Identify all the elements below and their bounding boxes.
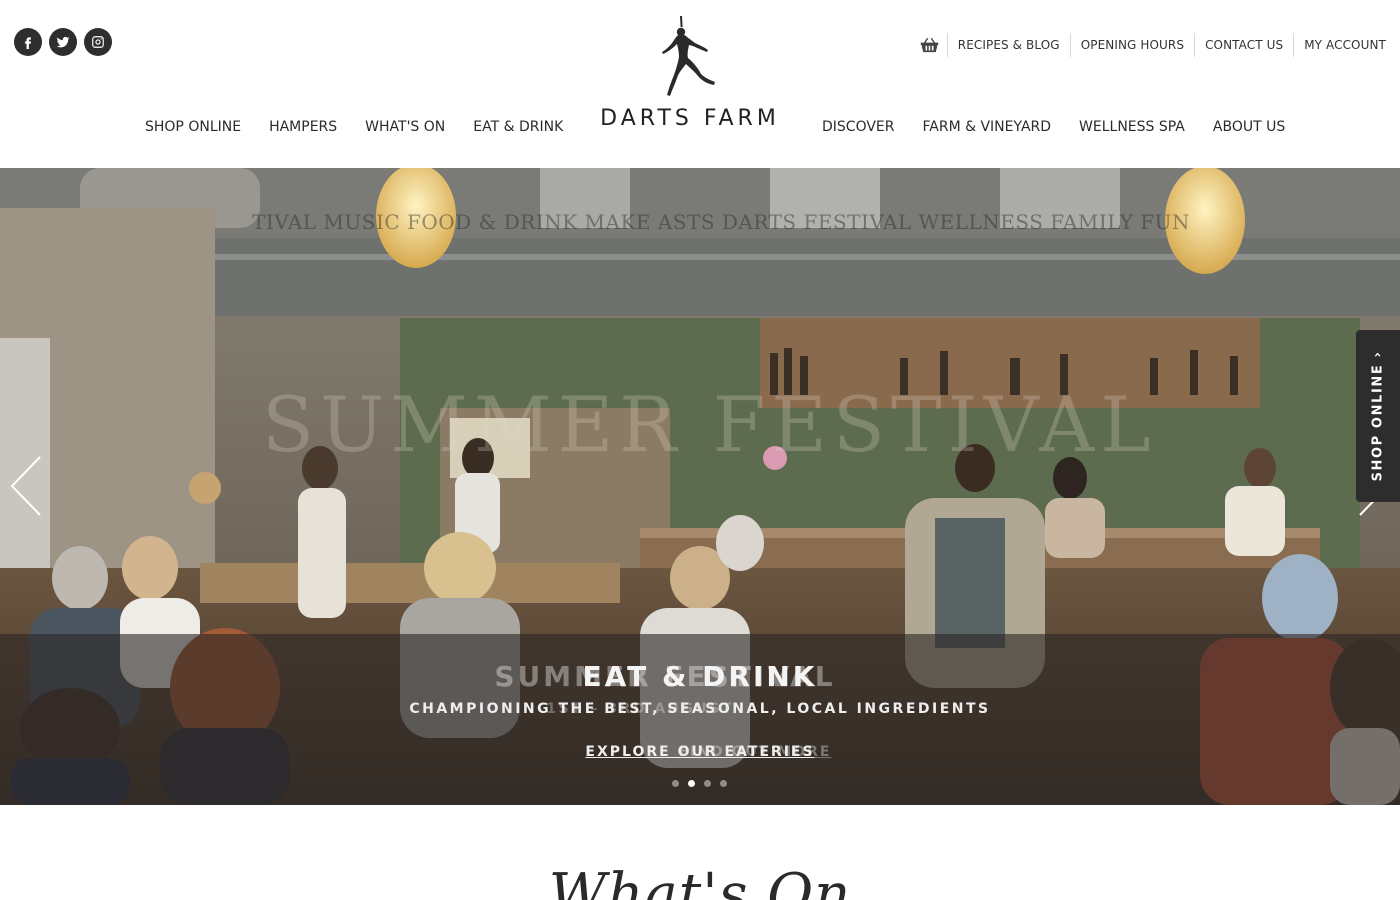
hero-ghost-banner-strip: TIVAL MUSIC FOOD & DRINK MAKE ASTS DARTS…: [252, 210, 1191, 234]
hero-slide-title: EAT & DRINK: [582, 660, 818, 693]
main-nav-right: DISCOVER FARM & VINEYARD WELLNESS SPA AB…: [808, 116, 1299, 138]
facebook-icon[interactable]: [14, 28, 42, 56]
nav-item-about-us[interactable]: ABOUT US: [1199, 116, 1299, 138]
utility-nav: RECIPES & BLOG OPENING HOURS CONTACT US …: [918, 33, 1396, 57]
dancer-logo-icon: [662, 16, 715, 96]
nav-item-whats-on[interactable]: WHAT'S ON: [351, 116, 459, 138]
shop-online-tab-label: SHOP ONLINE ›: [1370, 350, 1386, 482]
slider-pagination: [672, 780, 727, 787]
slider-dot[interactable]: [720, 780, 727, 787]
slider-dot[interactable]: [688, 780, 695, 787]
utility-link-contact-us[interactable]: CONTACT US: [1195, 33, 1295, 57]
logo-text: DARTS FARM: [600, 106, 780, 131]
hero-slide-subtitle: CHAMPIONING THE BEST, SEASONAL, LOCAL IN…: [409, 701, 991, 717]
nav-item-wellness-spa[interactable]: WELLNESS SPA: [1065, 116, 1199, 138]
whats-on-heading: What's On: [548, 862, 852, 900]
site-logo[interactable]: DARTS FARM: [590, 12, 790, 131]
site-header: DARTS FARM RECIPES & BLOG OPENING HOURS …: [0, 0, 1400, 168]
utility-link-my-account[interactable]: MY ACCOUNT: [1294, 33, 1396, 57]
shop-online-side-tab[interactable]: SHOP ONLINE ›: [1356, 330, 1400, 502]
main-nav-left: SHOP ONLINE HAMPERS WHAT'S ON EAT & DRIN…: [131, 116, 577, 138]
nav-item-shop-online[interactable]: SHOP ONLINE: [131, 116, 255, 138]
utility-link-recipes-blog[interactable]: RECIPES & BLOG: [948, 33, 1071, 57]
hero-slider: TIVAL MUSIC FOOD & DRINK MAKE ASTS DARTS…: [0, 168, 1400, 805]
nav-item-eat-drink[interactable]: EAT & DRINK: [459, 116, 577, 138]
twitter-icon[interactable]: [49, 28, 77, 56]
hero-ghost-banner-title: SUMMER FESTIVAL: [262, 380, 1157, 469]
basket-icon[interactable]: [918, 33, 948, 57]
slider-dot[interactable]: [704, 780, 711, 787]
slider-dot[interactable]: [672, 780, 679, 787]
nav-item-discover[interactable]: DISCOVER: [808, 116, 909, 138]
instagram-icon[interactable]: [84, 28, 112, 56]
slider-prev-arrow-icon[interactable]: [6, 453, 46, 519]
hero-slide-cta-link[interactable]: EXPLORE OUR EATERIES: [0, 744, 1400, 760]
social-links: [14, 28, 112, 56]
utility-link-opening-hours[interactable]: OPENING HOURS: [1071, 33, 1196, 57]
nav-item-farm-vineyard[interactable]: FARM & VINEYARD: [909, 116, 1066, 138]
nav-item-hampers[interactable]: HAMPERS: [255, 116, 351, 138]
